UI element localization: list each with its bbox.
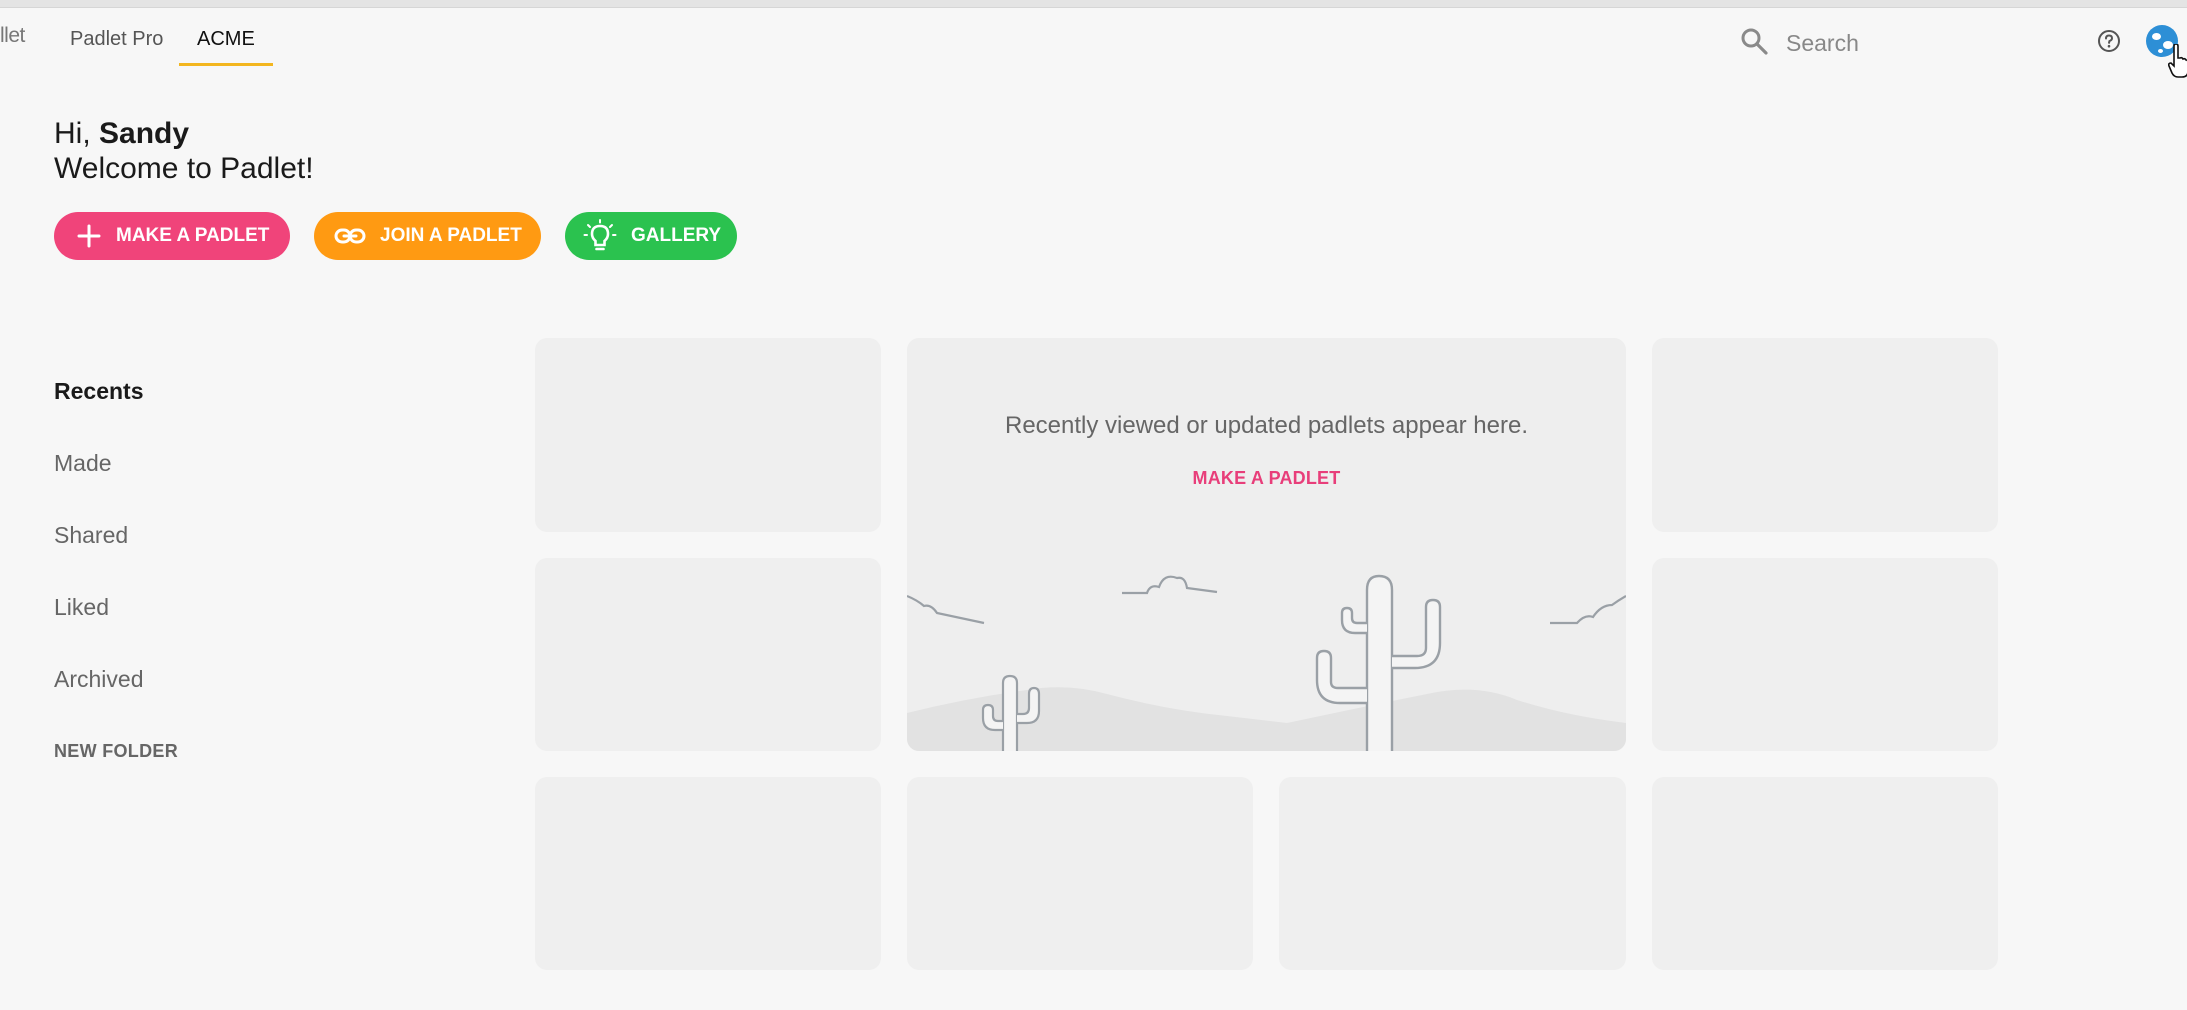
sidebar-item-shared[interactable]: Shared bbox=[54, 522, 128, 549]
tab-acme[interactable]: ACME bbox=[179, 28, 273, 66]
empty-state-make-a-padlet-link[interactable]: MAKE A PADLET bbox=[907, 468, 1626, 489]
padlet-placeholder-card bbox=[1279, 777, 1626, 970]
padlet-placeholder-card bbox=[535, 777, 881, 970]
welcome-message: Welcome to Padlet! bbox=[54, 152, 314, 185]
greeting-line: Hi, Sandy bbox=[54, 116, 189, 152]
padlet-placeholder-card bbox=[907, 777, 1253, 970]
padlet-placeholder-card bbox=[1652, 338, 1998, 532]
link-icon bbox=[334, 228, 366, 244]
brand-logo-fragment[interactable]: llet bbox=[0, 24, 25, 48]
sidebar-item-archived[interactable]: Archived bbox=[54, 666, 143, 693]
hand-pointer-cursor-icon bbox=[2167, 43, 2187, 85]
join-a-padlet-button[interactable]: JOIN A PADLET bbox=[314, 212, 541, 260]
lightbulb-icon bbox=[583, 219, 617, 251]
sidebar-item-recents[interactable]: Recents bbox=[54, 378, 143, 405]
browser-top-edge bbox=[0, 0, 2187, 8]
plus-icon bbox=[77, 224, 101, 248]
padlet-placeholder-card bbox=[1652, 558, 1998, 751]
new-folder-button[interactable]: NEW FOLDER bbox=[54, 741, 178, 762]
join-a-padlet-label: JOIN A PADLET bbox=[380, 225, 522, 246]
padlet-placeholder-card bbox=[535, 558, 881, 751]
search-input[interactable] bbox=[1784, 28, 2028, 58]
gallery-label: GALLERY bbox=[631, 225, 722, 246]
search-icon[interactable] bbox=[1740, 27, 1768, 60]
empty-state-message: Recently viewed or updated padlets appea… bbox=[1004, 412, 1528, 439]
padlet-placeholder-card bbox=[535, 338, 881, 532]
gallery-button[interactable]: GALLERY bbox=[565, 212, 737, 260]
sidebar-item-liked[interactable]: Liked bbox=[54, 594, 109, 621]
make-a-padlet-label: MAKE A PADLET bbox=[116, 225, 270, 246]
search-bar[interactable] bbox=[1740, 22, 2040, 64]
desert-cactus-illustration bbox=[907, 574, 1626, 751]
make-a-padlet-button[interactable]: MAKE A PADLET bbox=[54, 212, 290, 260]
sidebar-item-made[interactable]: Made bbox=[54, 450, 112, 477]
recents-empty-state: Recently viewed or updated padlets appea… bbox=[907, 338, 1626, 751]
help-icon[interactable] bbox=[2097, 29, 2121, 58]
tab-padlet-pro[interactable]: Padlet Pro bbox=[70, 28, 163, 63]
padlet-placeholder-card bbox=[1652, 777, 1998, 970]
user-name: Sandy bbox=[99, 117, 190, 150]
greeting-hi: Hi, bbox=[54, 117, 99, 150]
